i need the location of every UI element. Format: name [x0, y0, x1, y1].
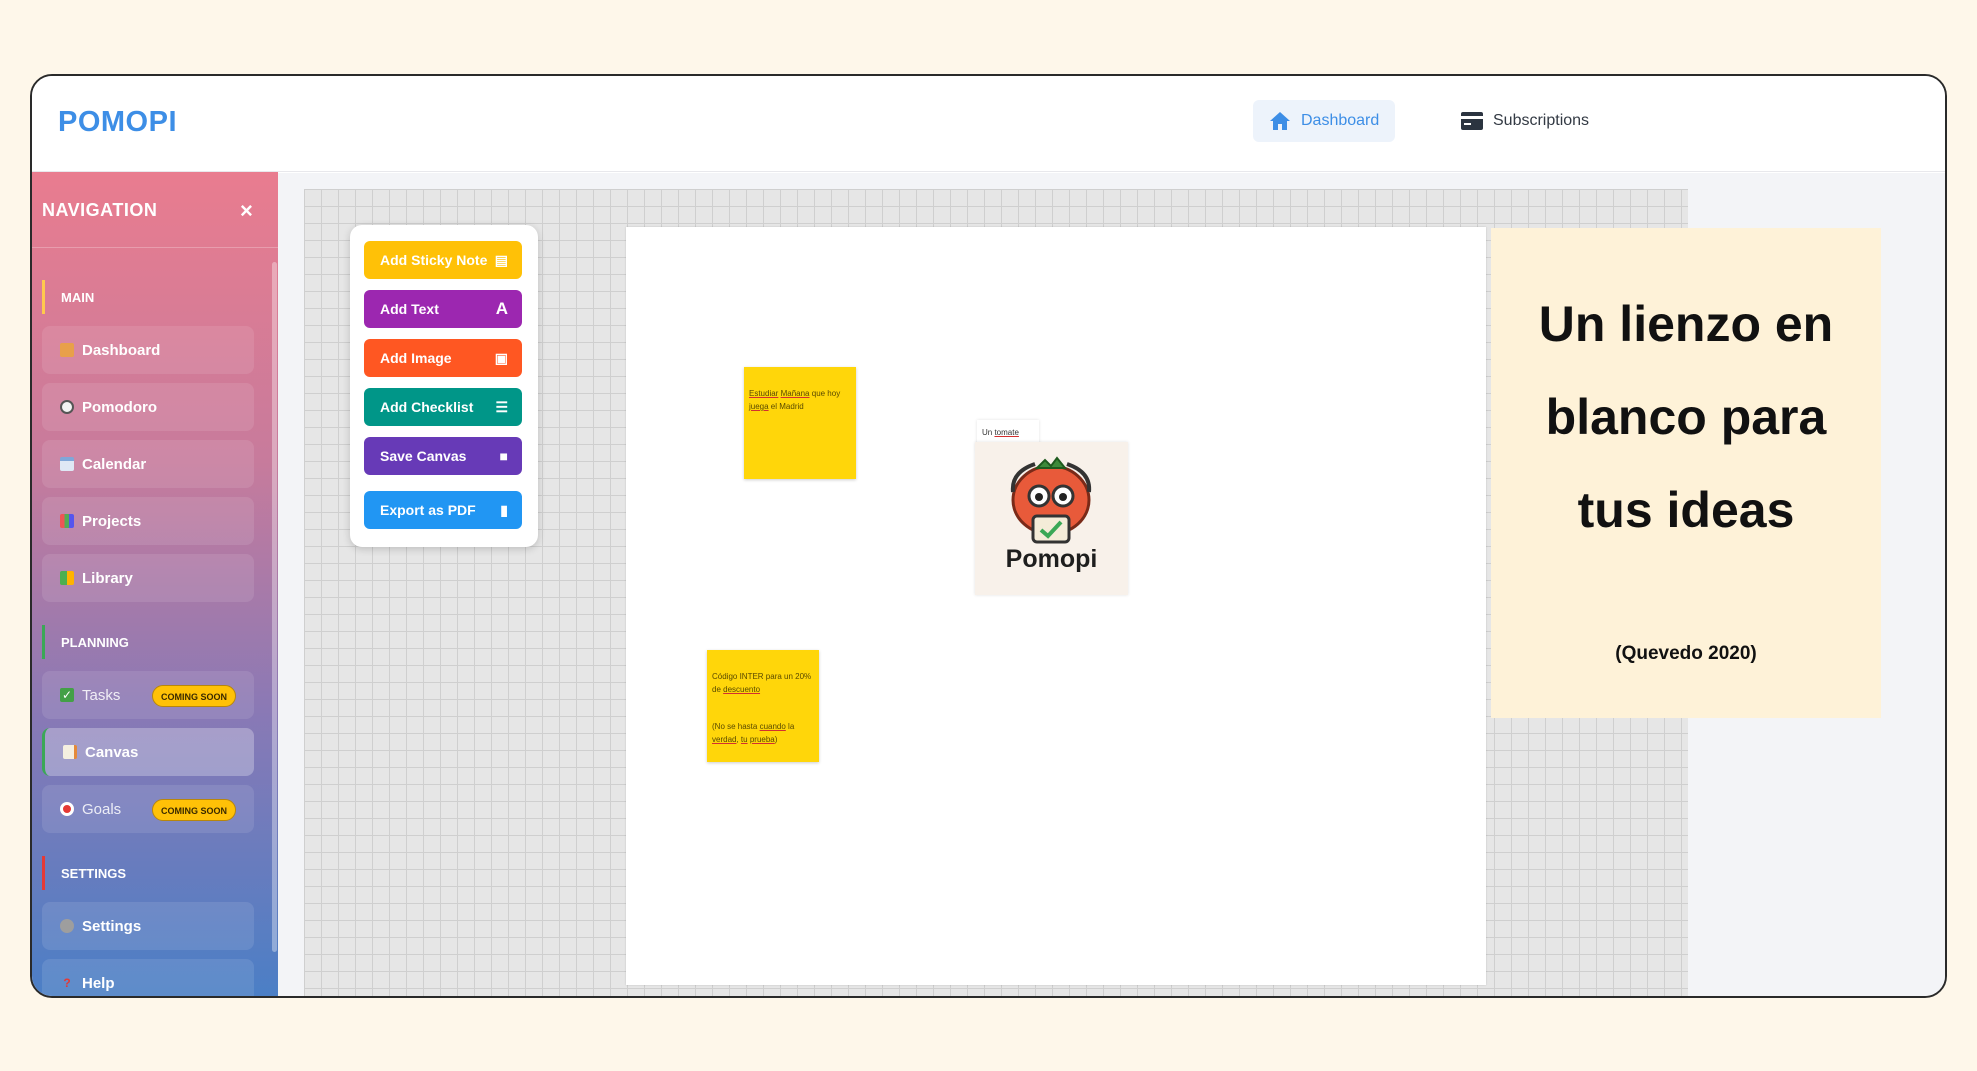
gear-icon — [60, 919, 74, 933]
house-icon — [60, 343, 74, 357]
sidebar-item-library[interactable]: Library — [42, 554, 254, 602]
nav-subscriptions-label: Subscriptions — [1493, 112, 1590, 129]
note-line: Código INTER para un 20% de descuento — [712, 670, 814, 696]
sidebar-header: NAVIGATION × — [32, 172, 278, 248]
sidebar: NAVIGATION × MAIN Dashboard Pomodoro Cal… — [32, 172, 278, 996]
button-label: Add Text — [380, 301, 439, 317]
canvas-toolbox: Add Sticky Note ▤ Add Text A Add Image ▣… — [350, 225, 538, 547]
close-icon[interactable]: × — [240, 198, 253, 224]
section-settings: SETTINGS — [42, 856, 126, 890]
note-text: Estudiar — [749, 389, 779, 398]
coming-soon-badge: COMING SOON — [152, 799, 237, 821]
promo-title: Un lienzo en blanco para tus ideas — [1491, 278, 1881, 557]
text-box-text: Un — [982, 428, 995, 437]
sticky-note[interactable]: Código INTER para un 20% de descuento (N… — [707, 650, 819, 762]
section-main: MAIN — [42, 280, 94, 314]
sidebar-item-label: Canvas — [85, 743, 139, 761]
sidebar-item-calendar[interactable]: Calendar — [42, 440, 254, 488]
home-icon — [1270, 112, 1290, 130]
button-label: Export as PDF — [380, 502, 476, 518]
section-planning: PLANNING — [42, 625, 129, 659]
nav-dashboard-label: Dashboard — [1301, 112, 1380, 129]
font-icon: A — [495, 299, 508, 318]
note-text: el Madrid — [768, 402, 804, 411]
sidebar-item-label: Settings — [82, 917, 142, 935]
coming-soon-badge: COMING SOON — [152, 685, 237, 707]
note-text: ) — [774, 735, 778, 744]
note-text: cuando — [759, 722, 786, 731]
note-text: que hoy — [809, 389, 841, 398]
promo-citation: (Quevedo 2020) — [1615, 643, 1757, 664]
checkbox-icon: ✓ — [60, 688, 74, 702]
sticky-note-icon: ▤ — [494, 251, 508, 268]
button-label: Add Checklist — [380, 399, 474, 415]
button-label: Save Canvas — [380, 448, 467, 464]
sidebar-item-help[interactable]: ? Help — [42, 959, 254, 996]
target-icon — [60, 802, 74, 816]
file-pdf-icon: ▮ — [500, 501, 508, 518]
text-box-text: tomate — [994, 428, 1019, 437]
canvas-grid[interactable]: Estudiar Mañana que hoy juega el Madrid … — [304, 189, 1688, 996]
button-label: Add Sticky Note — [380, 252, 488, 268]
note-text: (No se hasta — [712, 722, 760, 731]
sidebar-item-label: Calendar — [82, 455, 147, 473]
books-icon — [60, 571, 74, 585]
sidebar-item-projects[interactable]: Projects — [42, 497, 254, 545]
add-image-button[interactable]: Add Image ▣ — [364, 339, 522, 377]
note-text: la — [785, 722, 795, 731]
add-checklist-button[interactable]: Add Checklist ☰ — [364, 388, 522, 426]
image-icon: ▣ — [494, 349, 508, 366]
promo-title-line: tus ideas — [1577, 482, 1795, 538]
sidebar-item-settings[interactable]: Settings — [42, 902, 254, 950]
note-text: descuento — [723, 685, 761, 694]
sidebar-item-canvas[interactable]: Canvas — [42, 728, 254, 776]
checklist-icon: ☰ — [495, 398, 508, 415]
sidebar-item-label: Help — [82, 974, 115, 992]
sidebar-item-label: Tasks — [82, 686, 121, 704]
nav-subscriptions-button[interactable]: Subscriptions — [1445, 100, 1605, 142]
question-icon: ? — [63, 976, 71, 990]
pomopi-mascot-icon — [1010, 456, 1092, 544]
sidebar-item-label: Pomodoro — [82, 398, 157, 416]
promo-title-line: Un lienzo en — [1538, 296, 1834, 352]
add-sticky-note-button[interactable]: Add Sticky Note ▤ — [364, 241, 522, 279]
credit-card-icon — [1461, 112, 1483, 130]
sidebar-item-label: Goals — [82, 800, 122, 818]
sticky-note[interactable]: Estudiar Mañana que hoy juega el Madrid — [744, 367, 856, 479]
sidebar-item-dashboard[interactable]: Dashboard — [42, 326, 254, 374]
app-logo[interactable]: POMOPI — [58, 106, 177, 139]
note-spacer — [712, 696, 814, 720]
sidebar-item-label: Projects — [82, 512, 142, 530]
note-text: tu — [740, 735, 748, 744]
sidebar-item-label: Dashboard — [82, 341, 161, 359]
export-pdf-button[interactable]: Export as PDF ▮ — [364, 491, 522, 529]
promo-title-line: blanco para — [1545, 389, 1827, 445]
stopwatch-icon — [60, 400, 74, 414]
note-text: verdad — [712, 735, 737, 744]
add-text-button[interactable]: Add Text A — [364, 290, 522, 328]
image-logo-text: Pomopi — [1005, 545, 1098, 573]
note-line: (No se hasta cuando la verdad, tu prueba… — [712, 720, 814, 746]
sidebar-scrollbar[interactable] — [272, 262, 277, 952]
nav-dashboard-button[interactable]: Dashboard — [1253, 100, 1395, 142]
sidebar-item-tasks[interactable]: ✓ Tasks COMING SOON — [42, 671, 254, 719]
memo-icon — [63, 745, 77, 759]
top-bar: POMOPI Dashboard Subscriptions — [32, 76, 1945, 172]
sidebar-item-label: Library — [82, 569, 133, 587]
save-icon: ■ — [499, 448, 508, 464]
sidebar-item-goals[interactable]: Goals COMING SOON — [42, 785, 254, 833]
sidebar-title: NAVIGATION — [42, 200, 158, 220]
sidebar-item-pomodoro[interactable]: Pomodoro — [42, 383, 254, 431]
note-text: prueba — [749, 735, 775, 744]
calendar-icon — [60, 457, 74, 471]
image-card[interactable]: Pomopi — [975, 442, 1128, 595]
bar-chart-icon — [60, 514, 74, 528]
canvas-board[interactable]: Estudiar Mañana que hoy juega el Madrid … — [626, 227, 1486, 985]
note-text: juega — [749, 402, 769, 411]
promo-card: Un lienzo en blanco para tus ideas (Quev… — [1491, 228, 1881, 718]
note-text: Mañana — [780, 389, 810, 398]
button-label: Add Image — [380, 350, 452, 366]
save-canvas-button[interactable]: Save Canvas ■ — [364, 437, 522, 475]
